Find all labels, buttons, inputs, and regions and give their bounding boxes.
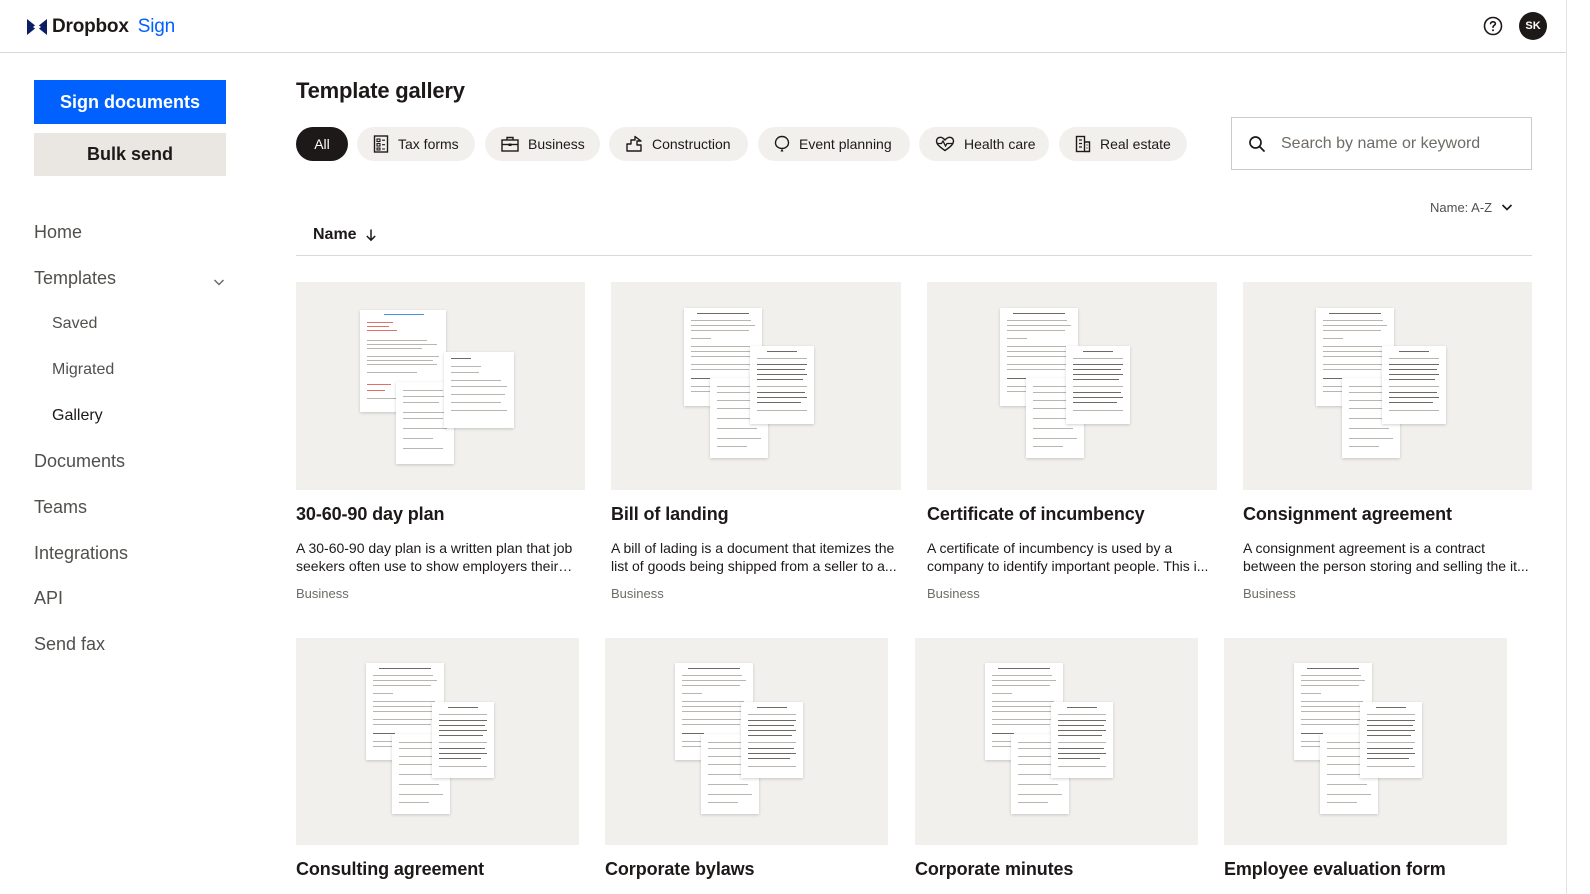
template-thumbnail — [611, 282, 901, 490]
template-title: Consignment agreement — [1243, 504, 1452, 524]
filter-chip-construction[interactable]: Construction — [609, 127, 748, 161]
template-card[interactable]: Corporate minutes — [915, 638, 1198, 894]
template-category: Business — [611, 586, 664, 601]
sidebar-item-api[interactable]: API — [34, 585, 63, 611]
filter-label: Real estate — [1100, 136, 1171, 152]
template-card[interactable]: Bill of landing A bill of lading is a do… — [611, 282, 901, 612]
sign-documents-button[interactable]: Sign documents — [34, 80, 226, 124]
template-title: Bill of landing — [611, 504, 729, 524]
filter-label: Event planning — [799, 136, 892, 152]
filter-chip-business[interactable]: Business — [485, 127, 600, 161]
filter-chip-event-planning[interactable]: Event planning — [758, 127, 910, 161]
template-description: A 30-60-90 day plan is a written plan th… — [296, 540, 573, 574]
sort-dropdown[interactable]: Name: A-Z — [1430, 198, 1514, 216]
template-card[interactable]: Consulting agreement — [296, 638, 579, 894]
building-icon — [1075, 135, 1091, 153]
sidebar-item-home[interactable]: Home — [34, 219, 82, 245]
template-title: 30-60-90 day plan — [296, 504, 445, 524]
search-input[interactable] — [1279, 132, 1519, 156]
template-category: Business — [1243, 586, 1296, 601]
template-thumbnail — [927, 282, 1217, 490]
search-box[interactable] — [1231, 117, 1532, 170]
list-header: Name — [296, 222, 1532, 256]
arrow-down-icon — [365, 229, 376, 242]
search-icon — [1249, 136, 1265, 152]
dropbox-logo-icon — [27, 19, 47, 35]
template-description: A bill of lading is a document that item… — [611, 540, 897, 574]
dropbox-sign-logo[interactable]: Dropbox Sign — [27, 14, 175, 40]
sidebar-item-integrations[interactable]: Integrations — [34, 540, 128, 566]
filter-chip-health-care[interactable]: Health care — [919, 127, 1049, 161]
template-card[interactable]: 30-60-90 day plan A 30-60-90 day plan is… — [296, 282, 585, 612]
template-thumbnail — [605, 638, 888, 845]
sidebar-item-templates[interactable]: Templates — [34, 265, 116, 291]
help-button[interactable] — [1481, 14, 1505, 38]
tax-form-icon — [373, 135, 389, 153]
template-card[interactable]: Corporate bylaws — [605, 638, 888, 894]
template-category: Business — [927, 586, 980, 601]
filter-label: Business — [528, 136, 585, 152]
page-title: Template gallery — [296, 78, 465, 103]
sidebar-item-gallery[interactable]: Gallery — [52, 404, 103, 428]
template-thumbnail — [296, 282, 585, 490]
template-thumbnail — [915, 638, 1198, 845]
template-card[interactable]: Certificate of incumbency A certificate … — [927, 282, 1217, 612]
filter-label: All — [314, 136, 330, 152]
sidebar-item-saved[interactable]: Saved — [52, 312, 97, 336]
template-card[interactable]: Employee evaluation form — [1224, 638, 1507, 894]
template-description: A certificate of incumbency is used by a… — [927, 540, 1209, 574]
sidebar-item-migrated[interactable]: Migrated — [52, 358, 114, 382]
name-column-sort[interactable]: Name — [313, 226, 377, 244]
sidebar-item-send-fax[interactable]: Send fax — [34, 631, 105, 657]
template-title: Corporate minutes — [915, 859, 1074, 879]
template-category: Business — [296, 586, 349, 601]
template-thumbnail — [1224, 638, 1507, 845]
heart-pulse-icon — [935, 136, 955, 152]
template-thumbnail — [1243, 282, 1532, 490]
brand-product: Sign — [137, 16, 175, 37]
sidebar-item-teams[interactable]: Teams — [34, 494, 87, 520]
template-title: Certificate of incumbency — [927, 504, 1145, 524]
filter-label: Construction — [652, 136, 731, 152]
window-edge — [1566, 0, 1590, 894]
template-title: Consulting agreement — [296, 859, 485, 879]
top-bar: Dropbox Sign SK — [0, 0, 1568, 53]
briefcase-icon — [501, 136, 519, 152]
column-label: Name — [313, 226, 357, 243]
avatar[interactable]: SK — [1519, 12, 1547, 40]
template-description: A consignment agreement is a contract be… — [1243, 540, 1529, 574]
chevron-down-icon — [1502, 204, 1513, 211]
filter-chip-all[interactable]: All — [296, 127, 348, 161]
template-thumbnail — [296, 638, 579, 845]
sort-label: Name: A-Z — [1430, 199, 1493, 215]
balloon-icon — [774, 135, 790, 152]
template-title: Corporate bylaws — [605, 859, 755, 879]
sidebar: Sign documents Bulk send Home Templates … — [0, 53, 270, 894]
help-icon — [1483, 16, 1503, 36]
filter-chip-real-estate[interactable]: Real estate — [1059, 127, 1187, 161]
filter-chip-tax-forms[interactable]: Tax forms — [357, 127, 475, 161]
filter-label: Tax forms — [398, 136, 459, 152]
template-title: Employee evaluation form — [1224, 859, 1446, 879]
bulk-send-button[interactable]: Bulk send — [34, 133, 226, 176]
sidebar-item-documents[interactable]: Documents — [34, 448, 125, 474]
brand-name: Dropbox — [52, 16, 129, 37]
chevron-down-icon[interactable] — [212, 275, 226, 289]
filter-label: Health care — [964, 136, 1036, 152]
template-card[interactable]: Consignment agreement A consignment agre… — [1243, 282, 1532, 612]
hammer-icon — [626, 135, 642, 152]
